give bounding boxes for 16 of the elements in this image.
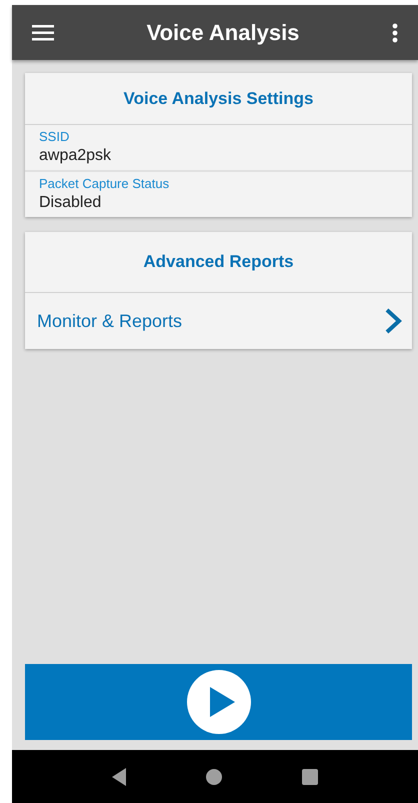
- field-label: Packet Capture Status: [39, 175, 170, 192]
- field-label: SSID: [39, 128, 70, 145]
- app-title: Voice Analysis: [146, 20, 300, 46]
- card-title: Advanced Reports: [25, 232, 412, 293]
- field-value: Disabled: [39, 193, 102, 213]
- more-options-icon[interactable]: [392, 22, 398, 42]
- home-icon[interactable]: [206, 768, 222, 784]
- recents-icon[interactable]: [302, 768, 318, 784]
- item-label: Monitor & Reports: [37, 310, 184, 332]
- list-item[interactable]: Monitor & Reports: [25, 293, 412, 349]
- menu-icon[interactable]: [32, 24, 54, 40]
- field-value: awpa2psk: [39, 146, 112, 166]
- chevron-icon: [384, 307, 402, 335]
- back-icon[interactable]: [112, 768, 126, 786]
- play-button[interactable]: [186, 670, 250, 734]
- card-title: Voice Analysis Settings: [25, 73, 412, 125]
